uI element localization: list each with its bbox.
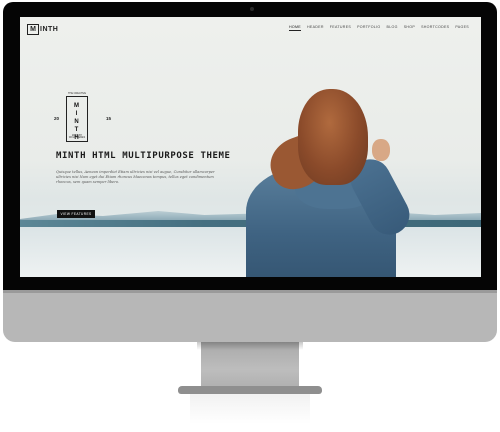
badge-box: M I N T H MADE BY WOLFTHEMES (66, 96, 88, 142)
woman-hand (372, 139, 390, 161)
hero-woman-image (240, 87, 440, 277)
logo-mark: M (27, 23, 39, 35)
hero-description: Quisque tellus, Aenean imperdiet Etiam u… (56, 170, 215, 185)
badge-bottom-text: MADE BY WOLFTHEMES (68, 135, 86, 139)
badge-letter: T (74, 127, 80, 133)
monitor-chin-edge (3, 290, 497, 293)
nav-item-portfolio[interactable]: PORTFOLIO (357, 25, 380, 31)
badge-letter: N (74, 119, 80, 125)
badge-top-text: THE CREATIVE (67, 92, 86, 95)
nav-item-home[interactable]: HOME (289, 25, 301, 31)
badge-letter: I (75, 111, 79, 117)
nav-item-pages[interactable]: PAGES (455, 25, 469, 31)
stand-shadow (197, 342, 303, 350)
woman-hair (298, 89, 368, 185)
nav-item-blog[interactable]: BLOG (387, 25, 398, 31)
monitor-stand-base (178, 386, 322, 394)
screen: M INTH HOME HEADER FEATURES PORTFOLIO BL… (20, 17, 481, 277)
nav-item-features[interactable]: FEATURES (330, 25, 351, 31)
stand-reflection (190, 394, 310, 424)
main-nav: HOME HEADER FEATURES PORTFOLIO BLOG SHOP… (289, 25, 469, 31)
logo-text: INTH (40, 25, 59, 33)
badge-year-left: 20 (54, 116, 60, 121)
view-features-button[interactable]: VIEW FEATURES (57, 210, 95, 218)
nav-item-shortcodes[interactable]: SHORTCODES (421, 25, 449, 31)
hero-title: MINTH HTML MULTIPURPOSE THEME (56, 151, 231, 161)
camera-icon (250, 7, 254, 11)
monitor-chin (3, 290, 497, 342)
site-logo[interactable]: M INTH (27, 23, 58, 35)
badge-letter: M (74, 103, 80, 109)
nav-item-shop[interactable]: SHOP (404, 25, 415, 31)
hero-badge: THE CREATIVE 20 M I N T H MADE BY WOLFTH… (54, 92, 114, 144)
nav-item-header[interactable]: HEADER (307, 25, 324, 31)
badge-year-right: 15 (106, 116, 112, 121)
